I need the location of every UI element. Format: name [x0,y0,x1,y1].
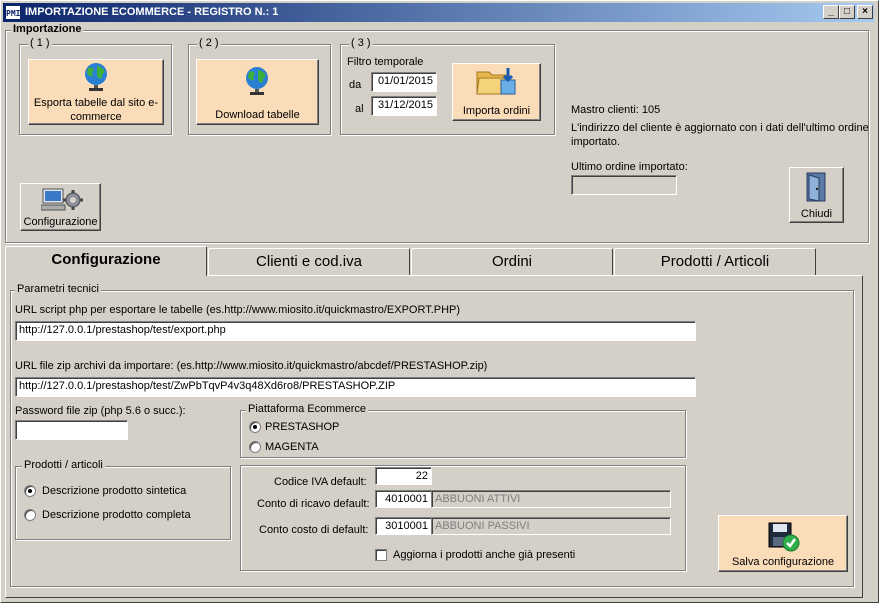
chiudi-button[interactable]: Chiudi [789,167,844,223]
descrizione-sintetica-label: Descrizione prodotto sintetica [42,485,187,497]
step2-label: ( 2 ) [197,37,221,49]
importa-ordini-label: Importa ordini [462,105,531,117]
magenta-label: MAGENTA [265,441,319,453]
radio-magenta[interactable] [249,441,261,453]
tab-configurazione[interactable]: Configurazione [5,246,207,276]
salva-configurazione-button[interactable]: Salva configurazione [718,515,848,572]
maximize-button[interactable]: □ [839,5,855,19]
password-label: Password file zip (php 5.6 o succ.): [15,405,186,417]
prodotti-group: Prodotti / articoli [15,459,231,540]
minimize-button[interactable]: _ [823,5,839,19]
url-script-label: URL script php per esportare le tabelle … [15,304,461,316]
salva-configurazione-label: Salva configurazione [731,556,835,568]
conto-costo-label: Conto costo di default: [259,524,369,536]
computer-gear-icon [41,188,83,211]
close-window-button[interactable]: × [857,5,873,19]
esporta-tabelle-button[interactable]: Esporta tabelle dal sito e-commerce [28,59,164,125]
globe-icon [85,63,107,91]
configurazione-label: Configurazione [23,216,98,228]
conto-costo-desc: ABBUONI PASSIVI [431,517,671,535]
window-title: IMPORTAZIONE ECOMMERCE - REGISTRO N.: 1 [25,6,279,18]
configurazione-button[interactable]: Configurazione [20,183,101,231]
conto-costo-code-input[interactable]: 3010001 [375,517,432,535]
tab-prodotti[interactable]: Prodotti / Articoli [614,248,816,275]
url-zip-input[interactable]: http://127.0.0.1/prestashop/test/ZwPbTqv… [15,377,696,397]
download-tabelle-label: Download tabelle [215,109,300,121]
ultimo-ordine-field [571,175,677,195]
conto-ricavo-label: Conto di ricavo default: [257,498,370,510]
mastro-clienti-text: Mastro clienti: 105 [571,104,661,116]
radio-descrizione-sintetica[interactable] [24,485,36,497]
prestashop-label: PRESTASHOP [265,421,340,433]
app-icon: PMI [5,5,21,20]
tab-ordini[interactable]: Ordini [411,248,613,275]
conto-ricavo-code-input[interactable]: 4010001 [375,490,432,508]
piattaforma-title: Piattaforma Ecommerce [246,403,368,415]
importa-ordini-button[interactable]: Importa ordini [452,63,541,121]
aggiorna-prodotti-checkbox[interactable] [375,549,387,561]
esporta-tabelle-label: Esporta tabelle dal sito e-commerce [33,97,159,123]
descrizione-completa-label: Descrizione prodotto completa [42,509,191,521]
step1-label: ( 1 ) [28,37,52,49]
url-zip-label: URL file zip archivi da importare: (es.h… [15,360,488,372]
password-input[interactable] [15,420,128,440]
importazione-title: Importazione [11,23,84,35]
date-from-input[interactable]: 01/01/2015 [371,72,437,92]
da-label: da [349,79,362,91]
indirizzo-info-text: L'indirizzo del cliente è aggiornato con… [571,122,869,148]
globe-icon [246,67,268,95]
import-folder-icon [476,68,516,95]
codice-iva-input[interactable]: 22 [375,467,432,485]
conto-ricavo-desc: ABBUONI ATTIVI [431,490,671,508]
ultimo-ordine-label: Ultimo ordine importato: [571,161,688,173]
parametri-tecnici-title: Parametri tecnici [15,283,101,295]
step3-label: ( 3 ) [349,37,373,49]
aggiorna-prodotti-label: Aggiorna i prodotti anche già presenti [393,549,576,561]
save-check-icon [768,522,800,552]
chiudi-label: Chiudi [800,208,833,220]
codice-iva-label: Codice IVA default: [274,476,367,488]
download-tabelle-button[interactable]: Download tabelle [196,59,319,125]
radio-descrizione-completa[interactable] [24,509,36,521]
title-bar[interactable]: PMI IMPORTAZIONE ECOMMERCE - REGISTRO N.… [3,3,874,22]
al-label: al [355,103,364,115]
tab-clienti[interactable]: Clienti e cod.iva [208,248,410,275]
radio-prestashop[interactable] [249,421,261,433]
date-to-input[interactable]: 31/12/2015 [371,96,437,116]
filtro-temporale-label: Filtro temporale [347,56,424,68]
url-script-input[interactable]: http://127.0.0.1/prestashop/test/export.… [15,321,696,341]
exit-door-icon [806,172,826,202]
prodotti-title: Prodotti / articoli [22,459,105,471]
